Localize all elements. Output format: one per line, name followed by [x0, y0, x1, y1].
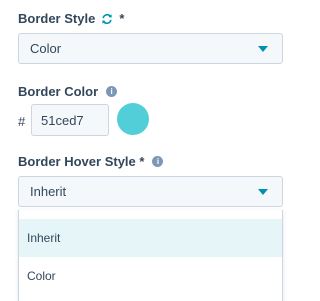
color-swatch[interactable] [117, 103, 149, 135]
border-hover-style-dropdown-menu: Inherit Color [18, 210, 283, 301]
dropdown-option-label: Color [27, 269, 56, 283]
chevron-down-icon [258, 189, 268, 195]
border-color-hex-input[interactable]: 51ced7 [31, 104, 109, 136]
info-icon[interactable]: i [106, 86, 118, 97]
required-marker: * [119, 11, 125, 26]
hash-prefix: # [18, 114, 26, 129]
border-hover-style-label: Border Hover Style * [18, 154, 145, 169]
border-hover-style-select[interactable]: Inherit [18, 176, 283, 207]
dropdown-option-inherit[interactable]: Inherit [19, 219, 282, 257]
dropdown-option-label: Inherit [27, 231, 61, 245]
border-color-label-row: Border Color i [18, 84, 118, 99]
sync-icon[interactable] [101, 13, 113, 25]
border-color-hex-value: 51ced7 [41, 112, 84, 128]
border-hover-style-value: Inherit [30, 184, 67, 199]
border-style-select[interactable]: Color [18, 33, 283, 64]
dropdown-option-color[interactable]: Color [19, 257, 282, 295]
border-color-label: Border Color [18, 84, 99, 99]
border-hover-style-label-row: Border Hover Style * i [18, 154, 164, 169]
info-icon[interactable]: i [152, 156, 164, 167]
border-style-label-row: Border Style * [18, 11, 124, 26]
border-style-value: Color [30, 41, 62, 56]
chevron-down-icon [258, 46, 268, 52]
border-style-label: Border Style [18, 11, 96, 26]
